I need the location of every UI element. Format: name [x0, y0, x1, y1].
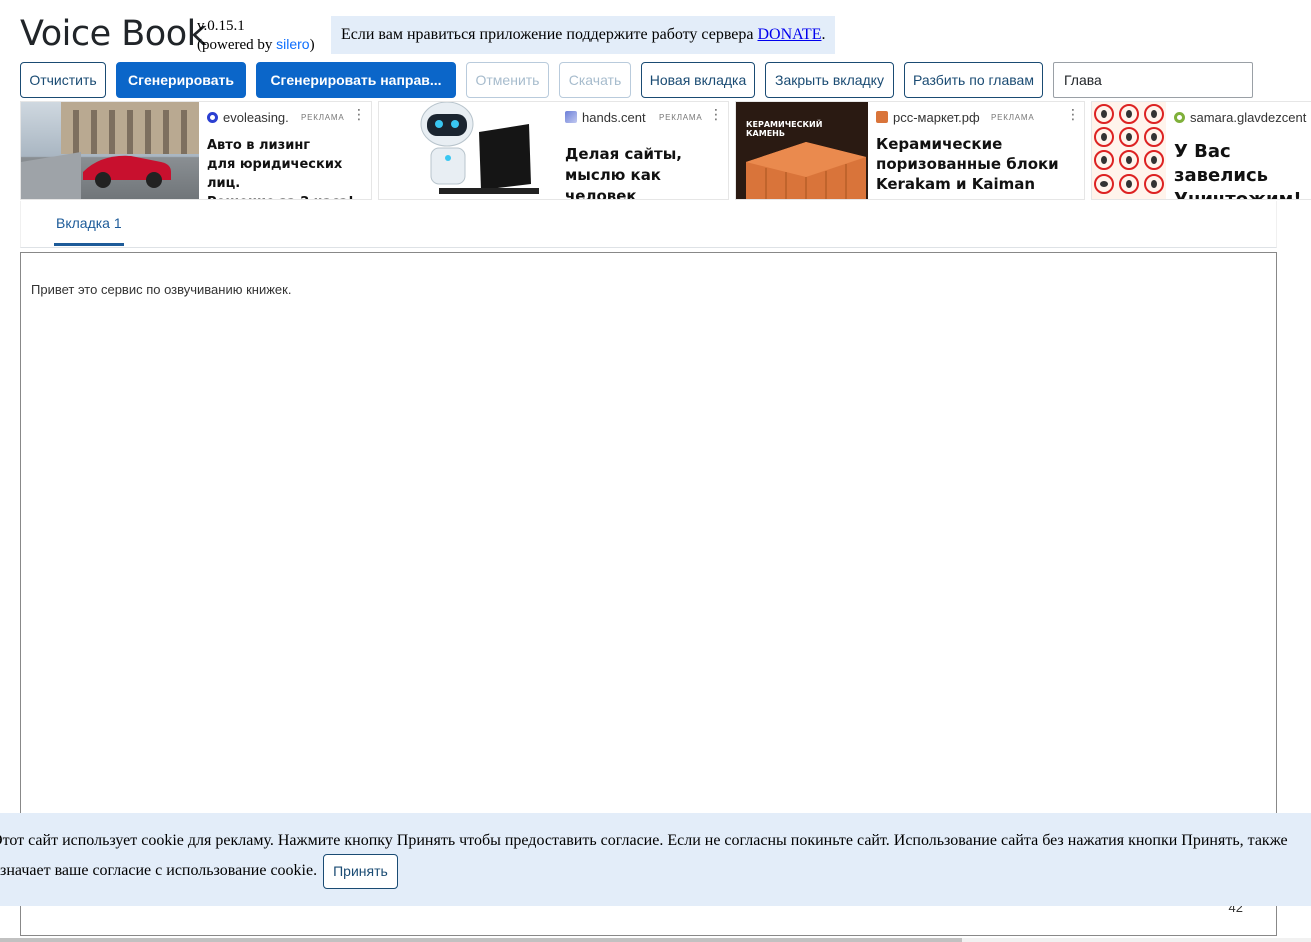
ad-robot-image: [379, 102, 549, 199]
ad-pests-image: [1092, 102, 1166, 199]
ad-label: РЕКЛАМА: [659, 113, 703, 122]
split-chapters-button[interactable]: Разбить по главам: [904, 62, 1043, 98]
glavdezcent-logo-icon: [1174, 112, 1185, 123]
chapter-input[interactable]: [1053, 62, 1253, 98]
accept-cookie-button[interactable]: Принять: [323, 854, 398, 889]
ad-headline[interactable]: Керамические поризованные блоки Kerakam …: [876, 134, 1059, 194]
ad-glavdezcent[interactable]: samara.glavdezcent У Вас завелись Уничто…: [1091, 101, 1311, 200]
download-button[interactable]: Скачать: [559, 62, 631, 98]
donate-banner: Если вам нравиться приложение поддержите…: [331, 16, 835, 54]
cookie-text: Этот сайт использует cookie для рекламу.…: [0, 832, 1288, 880]
ad-menu-icon[interactable]: ⋮: [352, 107, 366, 123]
ad-car-image: [21, 102, 199, 199]
evoleasing-logo-icon: [207, 112, 218, 123]
ad-domain[interactable]: samara.glavdezcent: [1174, 110, 1306, 125]
donate-link[interactable]: DONATE: [757, 26, 821, 43]
ad-domain[interactable]: hands.cent: [565, 110, 646, 125]
hands-logo-icon: [565, 111, 577, 123]
version-number: v.0.15.1: [197, 18, 245, 34]
ad-label: РЕКЛАМА: [301, 113, 345, 122]
ad-domain-text: hands.cent: [582, 110, 646, 125]
ad-domain-text: рсс-маркет.рф: [893, 110, 980, 125]
clear-button[interactable]: Отчистить: [20, 62, 106, 98]
app-title: Voice Book: [20, 14, 207, 54]
new-tab-button[interactable]: Новая вкладка: [641, 62, 755, 98]
ad-evoleasing[interactable]: evoleasing. РЕКЛАМА ⋮ Авто в лизинг для …: [20, 101, 372, 200]
ad-headline[interactable]: У Вас завелись Уничтожим!: [1174, 140, 1311, 199]
ad-domain-text: samara.glavdezcent: [1190, 110, 1307, 125]
ad-menu-icon[interactable]: ⋮: [709, 107, 723, 123]
scrollbar-thumb[interactable]: [0, 938, 962, 942]
ad-hands-center[interactable]: hands.cent РЕКЛАМА ⋮ Делая сайты, мыслю …: [378, 101, 729, 200]
donate-after: .: [821, 26, 826, 43]
powered-prefix: (powered by: [197, 37, 277, 53]
generate-direction-button[interactable]: Сгенерировать направ...: [256, 62, 456, 98]
cookie-banner: Этот сайт использует cookie для рекламу.…: [0, 813, 1311, 906]
ad-headline[interactable]: Делая сайты, мыслю как человек: [565, 144, 728, 199]
editor-content[interactable]: Привет это сервис по озвучиванию книжек.: [31, 282, 291, 297]
horizontal-scrollbar[interactable]: [0, 938, 1311, 942]
ad-domain[interactable]: рсс-маркет.рф: [876, 110, 980, 125]
tabs-bar: Вкладка 1: [20, 201, 1277, 248]
rss-logo-icon: [876, 111, 888, 123]
donate-text: Если вам нравиться приложение поддержите…: [341, 26, 758, 43]
generate-button[interactable]: Сгенерировать: [116, 62, 246, 98]
ad-domain[interactable]: evoleasing.: [207, 110, 289, 125]
cancel-button[interactable]: Отменить: [466, 62, 549, 98]
ad-rss-market[interactable]: КЕРАМИЧЕСКИЙ КАМЕНЬ рсс-маркет.рф РЕКЛАМ…: [735, 101, 1085, 200]
ad-menu-icon[interactable]: ⋮: [1066, 107, 1080, 123]
tab-1[interactable]: Вкладка 1: [54, 215, 124, 246]
silero-link[interactable]: silero: [276, 36, 309, 52]
ad-domain-text: evoleasing.: [223, 110, 289, 125]
ad-brick-image: КЕРАМИЧЕСКИЙ КАМЕНЬ: [736, 102, 868, 199]
close-tab-button[interactable]: Закрыть вкладку: [765, 62, 894, 98]
ad-label: РЕКЛАМА: [991, 113, 1035, 122]
powered-by: (powered by silero): [197, 35, 315, 54]
powered-suffix: ): [309, 37, 315, 53]
ad-headline[interactable]: Авто в лизинг для юридических лиц. Решен…: [207, 136, 371, 199]
version-info: v.0.15.1 (powered by silero): [197, 17, 315, 54]
